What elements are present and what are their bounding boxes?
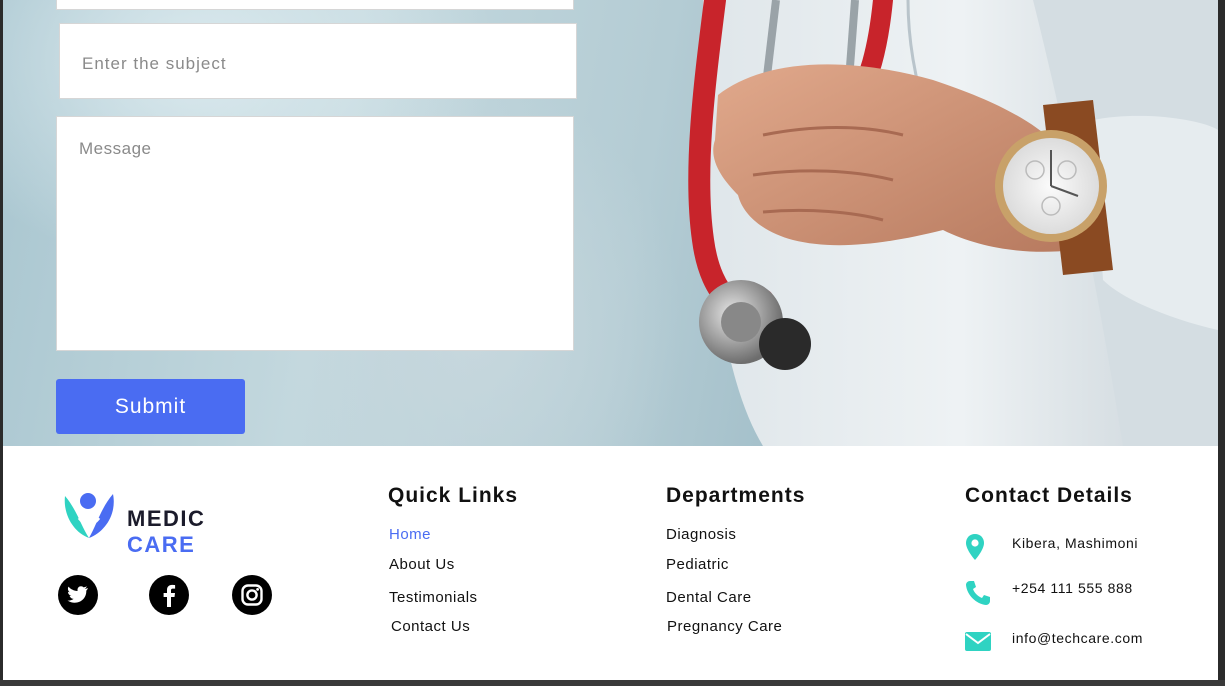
department-diagnosis[interactable]: Diagnosis [666,526,736,543]
footer: MEDIC CARE Quick Links Home About Us Tes… [3,446,1218,680]
contact-phone[interactable]: +254 111 555 888 [1012,580,1133,596]
contact-details-title: Contact Details [965,484,1133,507]
logo-word-care: CARE [127,532,196,557]
phone-icon [966,581,990,605]
contact-address: Kibera, Mashimoni [1012,535,1139,551]
quick-links-title: Quick Links [388,484,519,507]
medic-care-logo[interactable]: MEDIC CARE [59,484,279,557]
window-bottom-edge [0,680,1225,686]
logo-text: MEDIC CARE [127,506,279,558]
facebook-icon[interactable] [148,574,190,616]
department-dental-care[interactable]: Dental Care [666,589,752,606]
name-email-field[interactable] [56,0,574,10]
hero-section: Enter the subject Message Submit [3,0,1218,446]
twitter-icon[interactable] [57,574,99,616]
logo-mark-icon [64,493,114,538]
quick-link-testimonials[interactable]: Testimonials [389,589,478,606]
logo-word-medic: MEDIC [127,506,206,531]
department-pediatric[interactable]: Pediatric [666,556,729,573]
message-placeholder: Message [79,139,152,158]
quick-link-contact-us[interactable]: Contact Us [391,618,470,635]
message-textarea[interactable]: Message [56,116,574,351]
instagram-icon[interactable] [231,574,273,616]
quick-link-home[interactable]: Home [389,526,431,543]
location-pin-icon [966,534,984,560]
contact-email[interactable]: info@techcare.com [1012,630,1143,646]
envelope-icon [965,632,991,651]
departments-title: Departments [666,484,806,507]
quick-link-about-us[interactable]: About Us [389,556,455,573]
page: Enter the subject Message Submit MEDIC C… [3,0,1218,680]
department-pregnancy-care[interactable]: Pregnancy Care [667,618,782,635]
submit-button[interactable]: Submit [56,379,245,434]
subject-input[interactable]: Enter the subject [59,23,577,99]
subject-placeholder: Enter the subject [82,54,227,73]
